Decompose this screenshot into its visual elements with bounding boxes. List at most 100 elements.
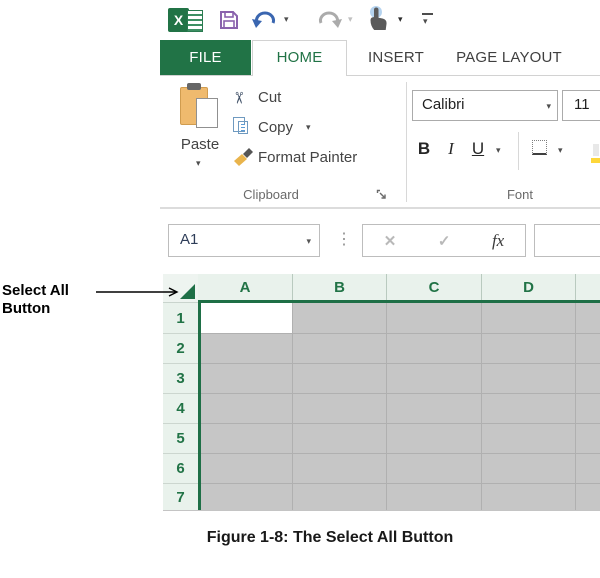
- save-icon[interactable]: [218, 9, 240, 31]
- cell[interactable]: [482, 484, 575, 510]
- tab-page-layout[interactable]: PAGE LAYOUT: [448, 40, 570, 75]
- borders-button[interactable]: [532, 140, 547, 155]
- bold-button[interactable]: B: [412, 136, 436, 162]
- row-headers: 1234567: [163, 303, 198, 510]
- paste-page-icon: [196, 98, 218, 128]
- cell[interactable]: [482, 303, 575, 333]
- cell[interactable]: [482, 424, 575, 453]
- cell[interactable]: [293, 334, 386, 363]
- row-header[interactable]: 5: [163, 424, 198, 453]
- tab-home[interactable]: HOME: [252, 40, 347, 76]
- enter-button[interactable]: ✓: [438, 232, 451, 250]
- cell[interactable]: [482, 394, 575, 423]
- redo-dropdown-caret[interactable]: ▾: [348, 15, 353, 24]
- select-all-triangle-icon: [180, 284, 195, 299]
- customize-qat-caret: ▾: [423, 17, 428, 26]
- paste-button[interactable]: Paste ▾: [172, 82, 228, 174]
- name-box-value: A1: [180, 231, 198, 248]
- cell[interactable]: [576, 484, 600, 510]
- cell[interactable]: [387, 394, 481, 423]
- row-header[interactable]: 1: [163, 303, 198, 333]
- borders-dropdown-caret[interactable]: ▾: [558, 146, 563, 155]
- underline-dropdown-caret[interactable]: ▾: [496, 146, 501, 155]
- undo-dropdown-caret[interactable]: ▾: [284, 15, 289, 24]
- font-name-combobox[interactable]: Calibri ▾: [412, 90, 558, 121]
- column-header[interactable]: B: [293, 274, 386, 300]
- cell[interactable]: [201, 364, 292, 393]
- fill-color-icon-partial[interactable]: [591, 142, 600, 164]
- font-name-caret[interactable]: ▾: [546, 102, 551, 111]
- column-header[interactable]: [576, 274, 600, 300]
- cell[interactable]: [293, 454, 386, 483]
- redo-icon[interactable]: [316, 9, 342, 30]
- cell[interactable]: [293, 364, 386, 393]
- paste-label: Paste: [172, 135, 228, 155]
- cell[interactable]: [201, 394, 292, 423]
- copy-label: Copy: [258, 118, 293, 138]
- touch-mode-dropdown-caret[interactable]: ▾: [398, 15, 403, 24]
- row-header[interactable]: 4: [163, 394, 198, 423]
- copy-dropdown-caret: ▾: [306, 123, 311, 132]
- cell[interactable]: [293, 424, 386, 453]
- group-separator: [406, 82, 407, 202]
- cell[interactable]: [482, 334, 575, 363]
- column-header[interactable]: D: [482, 274, 575, 300]
- copy-icon: [233, 117, 253, 137]
- cancel-button[interactable]: ✕: [384, 232, 397, 250]
- excel-app-icon[interactable]: X: [168, 7, 204, 33]
- font-group-label: Font: [440, 187, 600, 202]
- formula-input[interactable]: [534, 224, 600, 257]
- clipboard-dialog-launcher-icon[interactable]: [376, 189, 388, 201]
- insert-function-button[interactable]: fx: [492, 231, 504, 251]
- grid-bottom-edge: [163, 510, 600, 511]
- row-header[interactable]: 6: [163, 454, 198, 483]
- formula-buttons-box: ✕ ✓ fx: [362, 224, 526, 257]
- cell[interactable]: [576, 454, 600, 483]
- cell[interactable]: [482, 454, 575, 483]
- cell[interactable]: [387, 334, 481, 363]
- cut-button[interactable]: ✂ Cut: [232, 87, 352, 109]
- cell[interactable]: [387, 364, 481, 393]
- font-size-combobox[interactable]: 11: [562, 90, 600, 121]
- active-cell-a1[interactable]: [201, 303, 292, 333]
- row-header[interactable]: 7: [163, 484, 198, 510]
- annotation-line1: Select All: [2, 282, 69, 300]
- cell[interactable]: [576, 334, 600, 363]
- column-header[interactable]: A: [198, 274, 292, 300]
- cell[interactable]: [293, 394, 386, 423]
- cell[interactable]: [201, 454, 292, 483]
- italic-button[interactable]: I: [440, 136, 462, 162]
- tab-insert[interactable]: INSERT: [352, 40, 440, 75]
- cell[interactable]: [293, 303, 386, 333]
- cell[interactable]: [201, 334, 292, 363]
- cell[interactable]: [201, 424, 292, 453]
- cell[interactable]: [576, 424, 600, 453]
- tab-file[interactable]: FILE: [160, 40, 251, 75]
- cell[interactable]: [576, 364, 600, 393]
- underline-button[interactable]: U: [466, 136, 490, 162]
- cell[interactable]: [576, 303, 600, 333]
- cell[interactable]: [201, 484, 292, 510]
- figure-page: X ▾ ▾ ▾ ▾ FILE HOME INSERT PAGE LAYOUT P…: [0, 0, 600, 578]
- cell[interactable]: [387, 484, 481, 510]
- undo-icon[interactable]: [252, 9, 278, 30]
- annotation-line2: Button: [2, 300, 50, 318]
- row-header[interactable]: 3: [163, 364, 198, 393]
- name-box-caret[interactable]: ▾: [306, 237, 311, 246]
- cell[interactable]: [293, 484, 386, 510]
- row-header[interactable]: 2: [163, 334, 198, 363]
- cell[interactable]: [576, 394, 600, 423]
- copy-button[interactable]: Copy ▾: [232, 117, 352, 139]
- name-box[interactable]: A1 ▾: [168, 224, 320, 257]
- touch-mode-icon[interactable]: [366, 5, 390, 32]
- column-header[interactable]: C: [387, 274, 481, 300]
- cell[interactable]: [387, 454, 481, 483]
- cell[interactable]: [387, 303, 481, 333]
- formula-bar-handle-dots[interactable]: ⋮: [336, 230, 352, 250]
- cell[interactable]: [387, 424, 481, 453]
- format-painter-button[interactable]: Format Painter: [232, 146, 382, 168]
- font-name-value: Calibri: [422, 96, 465, 113]
- cell[interactable]: [482, 364, 575, 393]
- customize-qat-icon[interactable]: ▾: [422, 13, 434, 27]
- clipboard-group-label: Clipboard: [196, 187, 346, 202]
